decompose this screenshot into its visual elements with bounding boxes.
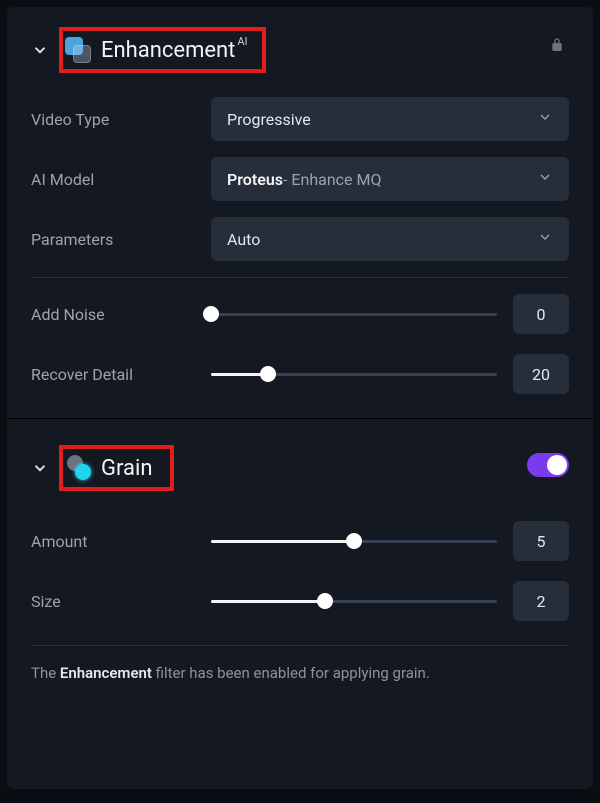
video-type-row: Video Type Progressive: [31, 97, 569, 141]
amount-label: Amount: [31, 532, 211, 551]
recover-detail-label: Recover Detail: [31, 365, 211, 384]
collapse-grain-icon[interactable]: [31, 459, 49, 477]
recover-detail-slider[interactable]: [211, 364, 497, 384]
size-label: Size: [31, 592, 211, 611]
amount-row: Amount 5: [31, 521, 569, 561]
parameters-row: Parameters Auto: [31, 217, 569, 261]
ai-model-main: Proteus: [227, 170, 283, 189]
grain-title-highlight: Grain: [59, 445, 174, 491]
grain-section: Grain Amount 5 Size 2: [7, 419, 593, 645]
size-row: Size 2: [31, 581, 569, 621]
video-type-value: Progressive: [227, 110, 311, 129]
enhancement-title: Enhancement: [101, 38, 235, 63]
parameters-value: Auto: [227, 230, 260, 249]
lock-icon: [549, 37, 565, 57]
enhancement-header: Enhancement AI: [31, 27, 569, 73]
grain-title: Grain: [101, 456, 152, 481]
enhancement-section: Enhancement AI Video Type Progressive AI…: [7, 7, 593, 418]
add-noise-slider[interactable]: [211, 304, 497, 324]
footer-pre: The: [31, 664, 60, 682]
ai-model-row: AI Model Proteus - Enhance MQ: [31, 157, 569, 201]
video-type-select[interactable]: Progressive: [211, 97, 569, 141]
amount-slider[interactable]: [211, 531, 497, 551]
add-noise-value[interactable]: 0: [513, 294, 569, 334]
ai-model-label: AI Model: [31, 170, 211, 189]
size-value[interactable]: 2: [513, 581, 569, 621]
footer-bold: Enhancement: [60, 664, 152, 682]
video-type-label: Video Type: [31, 110, 211, 129]
recover-detail-row: Recover Detail 20: [31, 354, 569, 394]
chevron-down-icon: [537, 229, 553, 249]
add-noise-row: Add Noise 0: [31, 294, 569, 334]
footer-note: The Enhancement filter has been enabled …: [7, 660, 593, 700]
grain-icon: [65, 455, 91, 481]
chevron-down-icon: [537, 109, 553, 129]
size-slider[interactable]: [211, 591, 497, 611]
chevron-down-icon: [537, 169, 553, 189]
enhancement-icon: [65, 37, 91, 63]
add-noise-label: Add Noise: [31, 305, 211, 324]
recover-detail-value[interactable]: 20: [513, 354, 569, 394]
footer-divider: [31, 645, 569, 646]
grain-toggle[interactable]: [527, 453, 569, 477]
ai-badge: AI: [237, 35, 247, 48]
parameters-label: Parameters: [31, 230, 211, 249]
divider: [31, 277, 569, 278]
ai-model-sub: - Enhance MQ: [283, 170, 381, 189]
footer-post: filter has been enabled for applying gra…: [152, 664, 430, 682]
collapse-enhancement-icon[interactable]: [31, 41, 49, 59]
parameters-select[interactable]: Auto: [211, 217, 569, 261]
enhancement-title-highlight: Enhancement AI: [59, 27, 266, 73]
grain-header: Grain: [31, 445, 569, 491]
ai-model-select[interactable]: Proteus - Enhance MQ: [211, 157, 569, 201]
amount-value[interactable]: 5: [513, 521, 569, 561]
